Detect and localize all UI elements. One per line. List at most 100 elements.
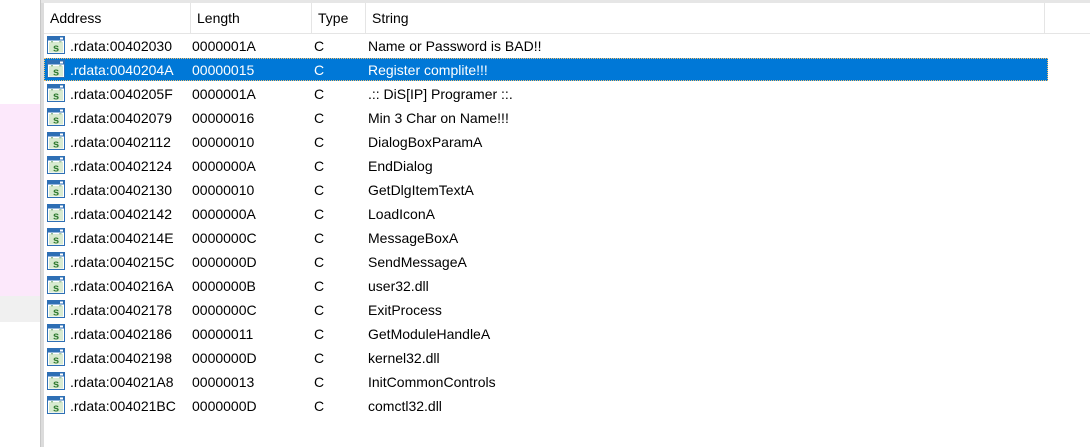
table-row[interactable]: s " " .rdata:0040205F 0000001A C .:: DiS… — [44, 82, 1090, 106]
string-s-icon: s " " — [47, 372, 65, 391]
table-row[interactable]: s " " .rdata:00402030 0000001A C Name or… — [44, 34, 1090, 58]
svg-text:": " — [51, 354, 53, 360]
row-address: .rdata:0040214E — [70, 230, 174, 246]
svg-text:": " — [51, 114, 53, 120]
svg-text:s: s — [53, 331, 59, 343]
table-row[interactable]: s " " .rdata:004021BC 0000000D C comctl3… — [44, 394, 1090, 418]
svg-text:": " — [51, 306, 53, 312]
column-header-address[interactable]: Address — [44, 3, 191, 33]
svg-text:": " — [51, 66, 53, 72]
string-s-icon: s " " — [47, 180, 65, 199]
row-length: 0000000C — [192, 302, 257, 318]
table-row[interactable]: s " " .rdata:00402178 0000000C C ExitPro… — [44, 298, 1090, 322]
row-type: C — [314, 374, 325, 390]
row-string: user32.dll — [368, 278, 429, 294]
table-row[interactable]: s " " .rdata:00402079 00000016 C Min 3 C… — [44, 106, 1090, 130]
row-string: comctl32.dll — [368, 398, 442, 414]
string-s-icon: s " " — [47, 132, 65, 151]
row-length: 00000013 — [192, 374, 255, 390]
svg-text:": " — [51, 42, 53, 48]
row-address: .rdata:00402112 — [70, 134, 171, 150]
svg-text:": " — [59, 114, 61, 120]
row-address: .rdata:0040204A — [70, 62, 174, 78]
row-address: .rdata:00402030 — [70, 38, 172, 54]
row-string: Min 3 Char on Name!!! — [368, 110, 509, 126]
row-address: .rdata:004021BC — [70, 398, 176, 414]
table-row[interactable]: s " " .rdata:0040204A 00000015 C Registe… — [44, 58, 1090, 82]
svg-text:": " — [59, 210, 61, 216]
svg-text:": " — [51, 402, 53, 408]
svg-text:s: s — [53, 403, 59, 415]
row-type: C — [314, 398, 325, 414]
svg-text:s: s — [53, 115, 59, 127]
row-string: .:: DiS[IP] Programer ::. — [368, 86, 513, 102]
string-s-icon: s " " — [47, 348, 65, 367]
table-row[interactable]: s " " .rdata:00402142 0000000A C LoadIco… — [44, 202, 1090, 226]
row-address: .rdata:004021A8 — [70, 374, 174, 390]
svg-text:s: s — [53, 283, 59, 295]
table-row[interactable]: s " " .rdata:00402124 0000000A C EndDial… — [44, 154, 1090, 178]
row-string: kernel32.dll — [368, 350, 440, 366]
svg-text:": " — [51, 282, 53, 288]
column-header-string[interactable]: String — [366, 3, 1045, 33]
column-header-length[interactable]: Length — [191, 3, 312, 33]
row-type: C — [314, 182, 325, 198]
row-string: Name or Password is BAD!! — [368, 38, 542, 54]
row-string: GetDlgItemTextA — [368, 182, 474, 198]
row-length: 0000001A — [192, 38, 256, 54]
row-string: InitCommonControls — [368, 374, 496, 390]
svg-text:": " — [51, 378, 53, 384]
table-row[interactable]: s " " .rdata:004021A8 00000013 C InitCom… — [44, 370, 1090, 394]
svg-text:": " — [59, 90, 61, 96]
row-type: C — [314, 86, 325, 102]
svg-text:s: s — [53, 139, 59, 151]
row-type: C — [314, 326, 325, 342]
row-type: C — [314, 278, 325, 294]
row-length: 0000000C — [192, 230, 257, 246]
table-row[interactable]: s " " .rdata:0040214E 0000000C C Message… — [44, 226, 1090, 250]
string-s-icon: s " " — [47, 108, 65, 127]
row-type: C — [314, 110, 325, 126]
column-header: Address Length Type String — [44, 3, 1090, 34]
row-type: C — [314, 158, 325, 174]
svg-text:": " — [51, 258, 53, 264]
table-row[interactable]: s " " .rdata:00402198 0000000D C kernel3… — [44, 346, 1090, 370]
svg-text:s: s — [53, 355, 59, 367]
row-length: 0000000A — [192, 206, 256, 222]
row-length: 0000000D — [192, 398, 257, 414]
svg-text:s: s — [53, 235, 59, 247]
svg-text:": " — [59, 354, 61, 360]
row-string: GetModuleHandleA — [368, 326, 491, 342]
row-address: .rdata:0040216A — [70, 278, 174, 294]
row-address: .rdata:00402198 — [70, 350, 172, 366]
strings-window: Address Length Type String s " " .rdata:… — [41, 0, 1090, 447]
svg-text:": " — [59, 162, 61, 168]
row-address: .rdata:00402186 — [70, 326, 172, 342]
table-row[interactable]: s " " .rdata:00402112 00000010 C DialogB… — [44, 130, 1090, 154]
row-address: .rdata:00402142 — [70, 206, 172, 222]
table-row[interactable]: s " " .rdata:00402130 00000010 C GetDlgI… — [44, 178, 1090, 202]
svg-text:": " — [51, 90, 53, 96]
string-s-icon: s " " — [47, 324, 65, 343]
string-s-icon: s " " — [47, 396, 65, 415]
row-string: ExitProcess — [368, 302, 442, 318]
row-address: .rdata:0040215C — [70, 254, 175, 270]
row-length: 00000011 — [192, 326, 254, 342]
svg-text:": " — [59, 186, 61, 192]
row-type: C — [314, 206, 325, 222]
table-row[interactable]: s " " .rdata:00402186 00000011 C GetModu… — [44, 322, 1090, 346]
row-length: 00000010 — [192, 182, 255, 198]
svg-text:s: s — [53, 211, 59, 223]
svg-text:": " — [51, 162, 53, 168]
column-header-type[interactable]: Type — [312, 3, 366, 33]
svg-text:s: s — [53, 379, 59, 391]
svg-text:": " — [59, 234, 61, 240]
row-type: C — [314, 134, 325, 150]
row-length: 00000015 — [192, 62, 255, 78]
row-length: 0000000A — [192, 158, 256, 174]
table-row[interactable]: s " " .rdata:0040215C 0000000D C SendMes… — [44, 250, 1090, 274]
row-address: .rdata:00402130 — [70, 182, 172, 198]
string-s-icon: s " " — [47, 36, 65, 55]
row-string: DialogBoxParamA — [368, 134, 483, 150]
table-row[interactable]: s " " .rdata:0040216A 0000000B C user32.… — [44, 274, 1090, 298]
